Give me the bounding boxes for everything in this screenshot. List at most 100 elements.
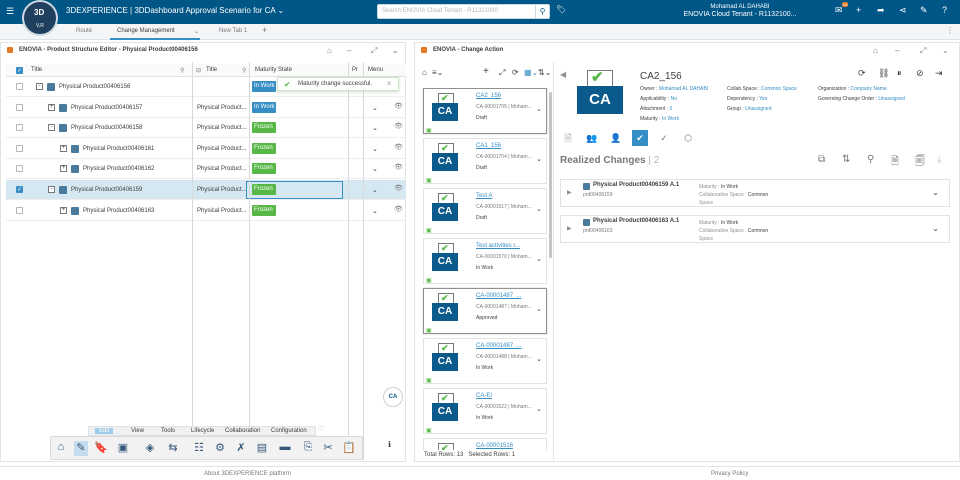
search-icon[interactable]: ⚲ <box>535 5 549 18</box>
expand-toggle-icon[interactable]: - <box>48 124 55 132</box>
sort-az-icon[interactable]: ⇅ <box>842 154 850 165</box>
hamburger-icon[interactable]: ☰ <box>6 6 14 17</box>
fullscreen-icon[interactable]: ⤢ <box>371 46 377 56</box>
minimize-icon[interactable]: – <box>895 46 899 55</box>
chevron-down-icon[interactable]: ⌄ <box>536 355 542 363</box>
ca-quick-icon[interactable]: CA <box>383 387 403 407</box>
add-icon[interactable]: + <box>856 5 861 15</box>
bookmark-icon[interactable]: 🔖 <box>94 441 108 456</box>
view-tiles-icon[interactable]: ▦⌄ <box>524 68 538 77</box>
cancel-icon[interactable]: ⊘ <box>916 68 924 79</box>
tab-dropdown-icon[interactable]: ⌄ <box>194 28 199 35</box>
card-title[interactable]: CA-00001487_... <box>476 293 521 299</box>
chevron-down-icon[interactable]: ⌄ <box>372 104 378 112</box>
chevron-down-icon[interactable]: ⌄ <box>372 145 378 153</box>
row-name[interactable]: Physical Product00406162 <box>83 166 154 172</box>
edit-icon[interactable]: ✎ <box>74 441 88 456</box>
col-menu[interactable]: Menu <box>368 67 383 73</box>
dashboard-name[interactable]: Approval Scenario for CA <box>185 6 275 15</box>
about-link[interactable]: About 3DEXPERIENCE platform <box>204 471 291 477</box>
paste-icon[interactable]: 📋 <box>342 441 356 456</box>
tab-route[interactable]: Route <box>76 28 92 34</box>
pause-icon[interactable]: ⏸ <box>897 68 902 79</box>
table-row[interactable]: + Physical Product00406157 Physical Produc… <box>6 98 406 118</box>
change-action-card[interactable]: ✔ CA CA-00001487_... CA-00001487 | Moham...… <box>423 288 547 334</box>
change-action-card[interactable]: ✔ CA CA2_156 CA-00001705 | Moham... Draft ⌄ ▣ <box>423 88 547 134</box>
menu-edit[interactable]: Edit <box>95 428 114 434</box>
tools-icon[interactable]: ✎ <box>920 5 928 16</box>
row-checkbox[interactable] <box>16 165 23 173</box>
row-checkbox[interactable] <box>16 83 23 90</box>
refresh-icon[interactable]: ⟳ <box>858 68 866 79</box>
col-pr[interactable]: Pr <box>352 67 358 73</box>
search-input[interactable]: Search ENOVIA Cloud Tenant - R11321000 ⚲ <box>377 4 550 19</box>
link-icon[interactable]: ⛓ <box>878 68 889 79</box>
maximize-icon[interactable]: ⌂ <box>873 46 878 55</box>
chevron-down-icon[interactable]: ⌄ <box>536 105 542 113</box>
delete-icon[interactable]: ✗ <box>234 441 248 456</box>
chevron-down-icon[interactable]: ⌄ <box>372 124 378 132</box>
notification-icon[interactable]: ✉ <box>835 5 843 16</box>
menu-configuration[interactable]: Configuration <box>267 428 311 434</box>
eye-icon[interactable]: 👁 <box>394 102 403 110</box>
row-name[interactable]: Physical Product00406161 <box>83 146 154 152</box>
change-action-card[interactable]: ✔ CA CA-EI CA-00001522 | Moham... In Work ⌄ ▣ <box>423 388 547 434</box>
favorite-icon[interactable]: ♡ <box>318 425 324 433</box>
cube-icon[interactable]: ⬡ <box>680 130 696 146</box>
settings-icon[interactable]: ⚙ <box>213 441 227 456</box>
row-name[interactable]: Physical Product00406158 <box>71 125 142 131</box>
card-title[interactable]: Test A <box>476 193 492 199</box>
maturity-badge[interactable]: Frozen <box>252 204 276 216</box>
select-all-checkbox[interactable] <box>16 67 23 74</box>
realized-changes-icon[interactable]: ✔ <box>632 130 648 146</box>
remove-icon[interactable]: ⤓ <box>937 154 941 165</box>
change-action-card[interactable]: ✔ CA Test A CA-00001517 | Moham... Draft ⌄ ▣ <box>423 188 547 234</box>
expand-icon[interactable]: ▶ <box>567 225 572 232</box>
menu-collaboration[interactable]: Collaboration <box>221 428 264 434</box>
members-icon[interactable]: 👥 <box>584 130 600 146</box>
expand-toggle-icon[interactable]: - <box>48 186 55 193</box>
realized-change-item[interactable]: ▶ Physical Product00406159 A.1 prd00406159… <box>560 179 950 207</box>
card-title[interactable]: CA-EI <box>476 393 492 399</box>
chevron-down-icon[interactable]: ⌄ <box>932 224 939 233</box>
info-icon[interactable]: ℹ <box>388 440 391 449</box>
menu-tools[interactable]: Tools <box>157 428 179 434</box>
panel-menu-icon[interactable]: ⌄ <box>392 46 399 55</box>
change-action-card[interactable]: ✔ CA CA-00001487_... CA-00001488 | Moham...… <box>423 338 547 384</box>
table-row[interactable]: + Physical Product00406161 Physical Produc… <box>6 139 406 159</box>
card-title[interactable]: CA-00001516 <box>476 443 513 449</box>
row-name[interactable]: Physical Product00406163 <box>83 208 154 214</box>
cut-icon[interactable]: ✂ <box>321 441 335 456</box>
minimize-icon[interactable]: – <box>347 46 351 55</box>
realized-name[interactable]: Physical Product00406159 A.1 <box>593 182 679 188</box>
tab-new-tab-1[interactable]: New Tab 1 <box>219 28 247 34</box>
import-icon[interactable]: 🗐 <box>915 154 925 171</box>
eye-icon[interactable]: 👁 <box>394 184 403 192</box>
sort-icon[interactable]: ⇅⌄ <box>538 68 551 77</box>
filter-list-icon[interactable]: ≡⌄ <box>432 68 443 77</box>
properties-icon[interactable]: 🗎 <box>560 130 576 146</box>
row-name[interactable]: Physical Product00406156 <box>59 84 130 90</box>
table-row[interactable]: + Physical Product00406163 Physical Produc… <box>6 201 406 221</box>
chevron-down-icon[interactable]: ⌄ <box>372 186 378 194</box>
approvals-icon[interactable]: 👤 <box>608 130 624 146</box>
tab-change-management[interactable]: Change Management <box>117 28 175 34</box>
table-row[interactable]: + Physical Product00406162 Physical Produc… <box>6 159 406 180</box>
copy-icon[interactable]: ⎘ <box>301 441 315 456</box>
expand-toggle-icon[interactable]: + <box>48 103 55 111</box>
maturity-badge[interactable]: In Work <box>252 81 276 92</box>
back-icon[interactable]: ◀ <box>560 70 566 79</box>
realized-change-item[interactable]: ▶ Physical Product00406163 A.1 prd00406163… <box>560 215 950 243</box>
add-icon[interactable]: + <box>483 66 489 77</box>
bar-icon[interactable]: ▬ <box>278 441 292 456</box>
row-checkbox[interactable] <box>16 144 23 152</box>
panel-menu-icon[interactable]: ⌄ <box>942 46 949 55</box>
insert-icon[interactable]: ▣ <box>116 441 130 456</box>
tag-icon[interactable]: 🏷 <box>556 5 566 14</box>
home-icon[interactable]: ⌂ <box>422 68 427 77</box>
maximize-icon[interactable]: ⌂ <box>327 46 332 55</box>
expand-toggle-icon[interactable]: - <box>36 83 43 90</box>
card-title[interactable]: Test activities r... <box>476 243 520 249</box>
exit-icon[interactable]: ⇥ <box>935 68 943 79</box>
network-icon[interactable]: ⋖ <box>899 5 907 16</box>
